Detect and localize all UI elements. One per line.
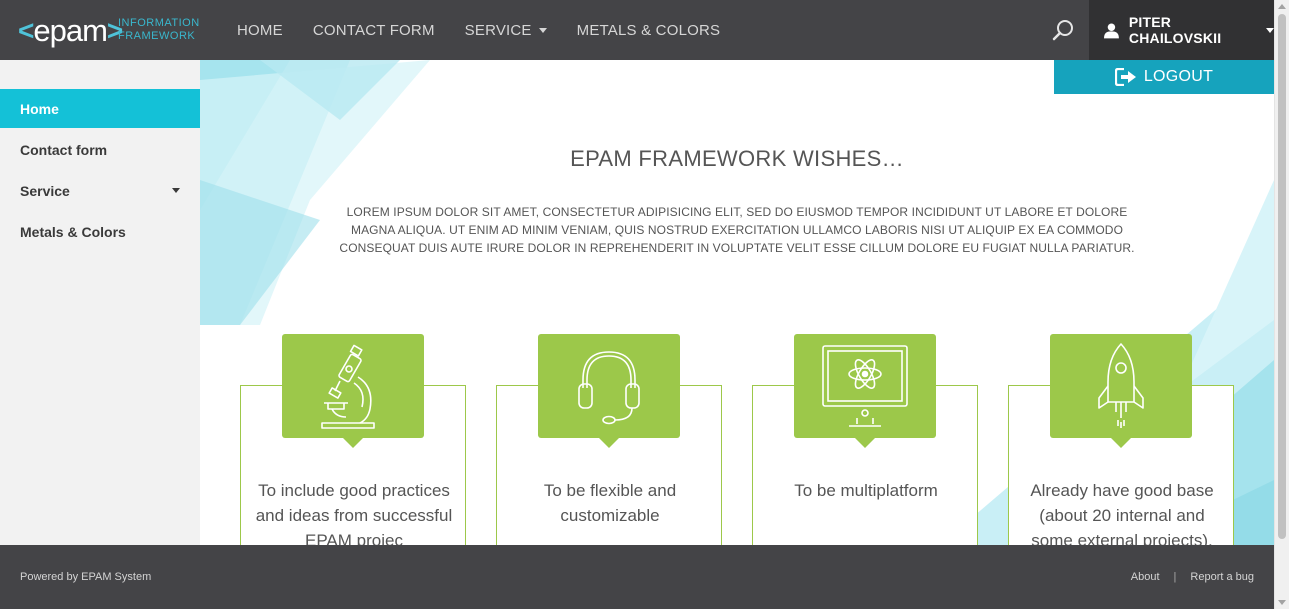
page-scrollbar[interactable] (1274, 0, 1289, 609)
nav-service[interactable]: SERVICE (450, 22, 562, 39)
benefit-text: To include good practices and ideas from… (255, 481, 453, 545)
benefit-icon-box (282, 334, 424, 448)
benefit-icon-box (794, 334, 936, 448)
search-icon[interactable] (1050, 16, 1078, 44)
main-content: LOGOUT EPAM FRAMEWORK WISHES… LOREM IPSU… (200, 60, 1274, 545)
report-bug-link[interactable]: Report a bug (1190, 571, 1254, 583)
logout-button[interactable]: LOGOUT (1054, 60, 1274, 94)
sidebar-item-service[interactable]: Service (0, 171, 200, 210)
scroll-down-arrow-icon[interactable] (1278, 600, 1286, 605)
sidebar-item-contact-form[interactable]: Contact form (0, 130, 200, 169)
scroll-up-arrow-icon[interactable] (1278, 4, 1286, 9)
monitor-icon (822, 345, 908, 427)
page-title: EPAM FRAMEWORK WISHES… (570, 146, 904, 171)
about-link[interactable]: About (1131, 571, 1160, 583)
microscope-icon (321, 344, 375, 429)
top-header: < epam > INFORMATION FRAMEWORK HOME CONT… (0, 0, 1274, 60)
scrollbar-thumb[interactable] (1278, 14, 1286, 539)
headphones-icon (578, 351, 640, 425)
chevron-down-icon (538, 27, 547, 33)
sidebar-item-home[interactable]: Home (0, 89, 200, 128)
chevron-down-icon (172, 188, 180, 193)
user-icon (1104, 23, 1119, 38)
epam-logo[interactable]: < epam > INFORMATION FRAMEWORK (18, 13, 199, 48)
footer-separator: | (1173, 571, 1177, 583)
nav-metals-colors[interactable]: METALS & COLORS (562, 22, 736, 39)
rocket-icon (1098, 343, 1144, 428)
page-description: LOREM IPSUM DOLOR SIT AMET, CONSECTETUR … (339, 205, 1135, 255)
logo-text: epam (33, 13, 108, 48)
top-nav: HOME CONTACT FORM SERVICE METALS & COLOR… (222, 0, 735, 60)
nav-home[interactable]: HOME (222, 22, 298, 39)
sidebar-item-metals-colors[interactable]: Metals & Colors (0, 212, 200, 251)
powered-by-text: Powered by EPAM System (20, 571, 152, 583)
footer-links: About | Report a bug (1131, 571, 1254, 583)
user-name: PITER CHAILOVSKII (1128, 14, 1222, 46)
chevron-down-icon (1266, 27, 1274, 33)
sidebar: Home Contact form Service Metals & Color… (0, 60, 200, 545)
logo-subtitle: INFORMATION FRAMEWORK (118, 17, 200, 42)
nav-contact-form[interactable]: CONTACT FORM (298, 22, 450, 39)
benefit-text: To be flexible and customizable (543, 481, 677, 525)
logo-bracket-left: < (18, 15, 34, 46)
logout-icon (1114, 68, 1136, 86)
benefit-text: Already have good base (about 20 interna… (1030, 481, 1214, 545)
benefit-icon-box (1050, 334, 1192, 448)
benefit-text: To be multiplatform (794, 481, 938, 500)
benefit-icon-box (538, 334, 680, 448)
user-menu[interactable]: PITER CHAILOVSKII (1089, 0, 1274, 60)
footer: Powered by EPAM System About | Report a … (0, 545, 1274, 609)
